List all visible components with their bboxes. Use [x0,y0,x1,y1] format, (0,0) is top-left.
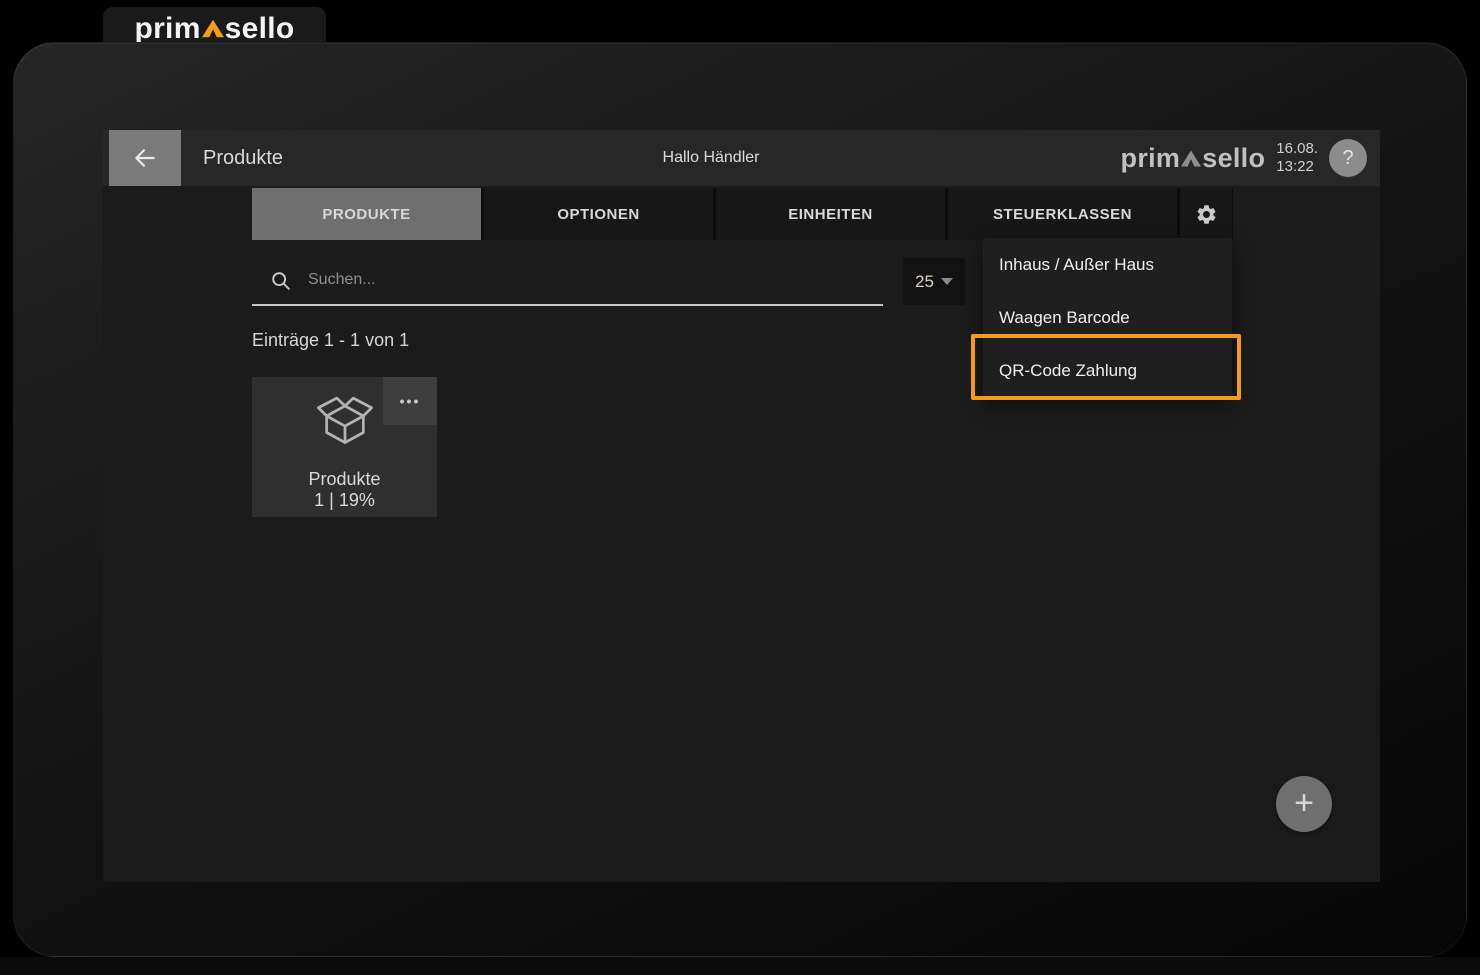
logo-suffix: sello [225,12,295,46]
time-text: 13:22 [1276,158,1318,176]
tab-label: PRODUKTE [322,206,410,223]
back-button[interactable] [109,130,181,186]
app-header: Produkte Hallo Händler prim sello 16.08.… [103,130,1380,186]
screen: prim sello Produkte Hallo Händler prim [0,0,1480,975]
gear-icon [1195,203,1218,226]
brand-mark-icon [202,12,224,46]
tab-einheiten[interactable]: EINHEITEN [716,188,945,240]
header-logo: prim sello [1121,143,1266,174]
tab-label: EINHEITEN [788,206,873,223]
brand-mark-icon [1181,143,1201,174]
frame-bottom-edge [0,957,1480,975]
product-card[interactable]: ••• Produkte 1 | 19% [252,377,437,517]
back-arrow-icon [132,145,158,171]
ellipsis-icon: ••• [400,393,421,409]
page-size-select[interactable]: 25 [903,258,965,305]
logo-suffix: sello [1202,143,1265,174]
page-title: Produkte [203,130,283,186]
caret-down-icon [941,278,953,285]
help-button[interactable]: ? [1329,139,1367,177]
app-panel: Produkte Hallo Händler prim sello 16.08.… [103,130,1380,882]
search-input[interactable] [252,262,883,306]
tab-label: STEUERKLASSEN [993,206,1132,223]
date-text: 16.08. [1276,140,1318,158]
menu-item-waagen-barcode[interactable]: Waagen Barcode [983,291,1232,344]
card-subtitle: 1 | 19% [252,490,437,511]
tab-optionen[interactable]: OPTIONEN [484,188,713,240]
tab-steuerklassen[interactable]: STEUERKLASSEN [948,188,1177,240]
card-menu-button[interactable]: ••• [383,377,437,425]
open-box-icon [315,394,375,454]
search-icon [270,270,292,292]
add-button[interactable]: + [1276,776,1332,832]
menu-item-qr-code-zahlung[interactable]: QR-Code Zahlung [983,344,1232,397]
tab-produkte[interactable]: PRODUKTE [252,188,481,240]
tab-bar: PRODUKTE OPTIONEN EINHEITEN STEUERKLASSE… [252,188,1233,240]
page-size-value: 25 [915,272,934,292]
search-field-wrap [252,262,883,306]
tab-label: OPTIONEN [557,206,639,223]
plus-icon: + [1294,786,1314,820]
settings-dropdown: Inhaus / Außer Haus Waagen Barcode QR-Co… [983,238,1232,397]
logo-prefix: prim [1121,143,1181,174]
entries-summary: Einträge 1 - 1 von 1 [252,330,409,351]
greeting-text: Hallo Händler [663,130,760,186]
header-right: prim sello 16.08. 13:22 ? [1121,130,1367,186]
primasello-logo: prim sello [134,12,294,46]
help-icon: ? [1342,147,1353,170]
menu-item-inhaus-ausser-haus[interactable]: Inhaus / Außer Haus [983,238,1232,291]
datetime: 16.08. 13:22 [1276,140,1318,177]
logo-prefix: prim [134,12,200,46]
card-title: Produkte [252,469,437,490]
settings-button[interactable] [1180,188,1232,240]
